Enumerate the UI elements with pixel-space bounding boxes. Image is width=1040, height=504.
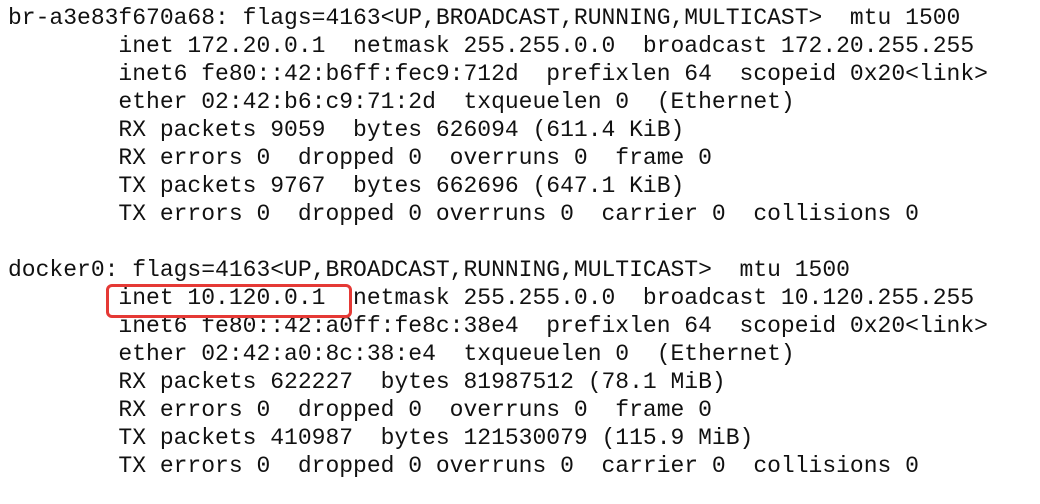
terminal-line-br-ether: ether 02:42:b6:c9:71:2d txqueuelen 0 (Et… <box>8 89 795 115</box>
terminal-line-br-header: br-a3e83f670a68: flags=4163<UP,BROADCAST… <box>8 5 961 31</box>
terminal-line-br-tx-errors: TX errors 0 dropped 0 overruns 0 carrier… <box>8 201 919 227</box>
terminal-line-br-inet: inet 172.20.0.1 netmask 255.255.0.0 broa… <box>8 33 975 59</box>
terminal-line-br-rx-errors: RX errors 0 dropped 0 overruns 0 frame 0 <box>8 145 712 171</box>
terminal-line-docker0-inet: inet 10.120.0.1 netmask 255.255.0.0 broa… <box>8 285 975 311</box>
terminal-line-br-inet6: inet6 fe80::42:b6ff:fec9:712d prefixlen … <box>8 61 988 87</box>
terminal-line-docker0-inet6: inet6 fe80::42:a0ff:fe8c:38e4 prefixlen … <box>8 313 988 339</box>
terminal-line-docker0-header: docker0: flags=4163<UP,BROADCAST,RUNNING… <box>8 257 850 283</box>
terminal-line-docker0-tx-packets: TX packets 410987 bytes 121530079 (115.9… <box>8 425 754 451</box>
terminal-line-docker0-ether: ether 02:42:a0:8c:38:e4 txqueuelen 0 (Et… <box>8 341 795 367</box>
terminal-line-docker0-tx-errors: TX errors 0 dropped 0 overruns 0 carrier… <box>8 453 919 479</box>
terminal-line-docker0-rx-packets: RX packets 622227 bytes 81987512 (78.1 M… <box>8 369 726 395</box>
terminal-line-br-rx-packets: RX packets 9059 bytes 626094 (611.4 KiB) <box>8 117 685 143</box>
terminal-output: br-a3e83f670a68: flags=4163<UP,BROADCAST… <box>0 0 1040 504</box>
terminal-line-docker0-rx-errors: RX errors 0 dropped 0 overruns 0 frame 0 <box>8 397 712 423</box>
terminal-line-br-tx-packets: TX packets 9767 bytes 662696 (647.1 KiB) <box>8 173 685 199</box>
